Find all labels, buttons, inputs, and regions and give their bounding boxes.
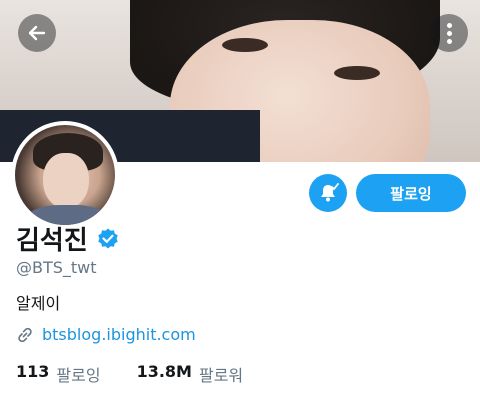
banner-photo-eye bbox=[334, 66, 380, 80]
more-vertical-icon bbox=[446, 22, 452, 44]
avatar-photo-face bbox=[43, 153, 89, 209]
profile-avatar[interactable] bbox=[11, 121, 119, 229]
profile-website-link[interactable]: btsblog.ibighit.com bbox=[42, 325, 196, 344]
profile-stats: 113 팔로잉 13.8M 팔로워 bbox=[16, 362, 243, 386]
followers-label: 팔로워 bbox=[198, 366, 244, 385]
followers-stat[interactable]: 13.8M 팔로워 bbox=[137, 362, 244, 386]
following-button[interactable]: 팔로잉 bbox=[356, 174, 466, 212]
profile-link-row: btsblog.ibighit.com bbox=[16, 325, 196, 344]
back-button[interactable] bbox=[18, 14, 56, 52]
link-icon bbox=[18, 327, 32, 342]
verified-badge-icon bbox=[98, 228, 118, 248]
arrow-left-icon bbox=[28, 25, 46, 41]
profile-bio: 알제이 bbox=[16, 294, 61, 313]
more-options-button[interactable] bbox=[430, 14, 468, 52]
bell-check-icon bbox=[321, 183, 339, 202]
notifications-button[interactable] bbox=[309, 174, 347, 212]
following-label: 팔로잉 bbox=[56, 366, 101, 385]
banner-photo-eye bbox=[222, 38, 268, 52]
profile-name: 김석진 bbox=[16, 226, 88, 256]
following-count: 113 bbox=[16, 362, 50, 381]
following-stat[interactable]: 113 팔로잉 bbox=[16, 362, 101, 386]
followers-count: 13.8M bbox=[136, 362, 192, 381]
profile-name-row: 김석진 bbox=[16, 220, 120, 257]
profile-handle: @BTS_twt bbox=[16, 258, 97, 277]
